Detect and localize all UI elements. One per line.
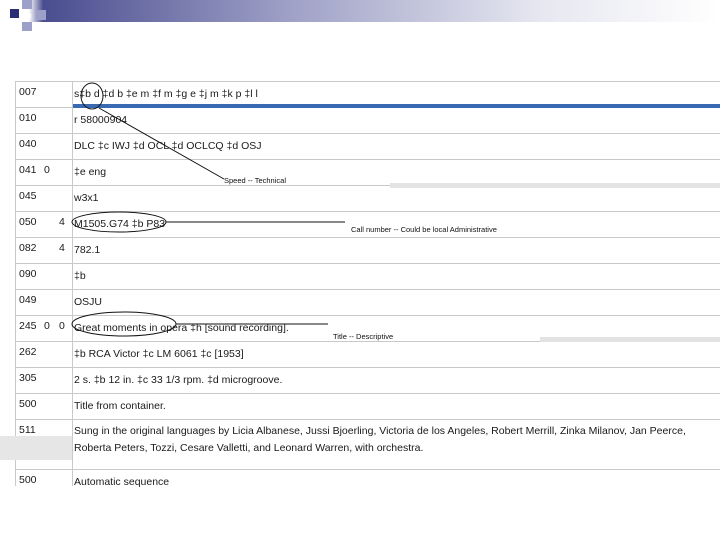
title-annotation: Title -- Descriptive (333, 332, 394, 341)
call-number-circle (71, 211, 167, 233)
speed-circle (80, 82, 104, 110)
speed-annotation: Speed -- Technical (224, 176, 286, 185)
title-circle (71, 311, 177, 337)
call-number-annotation: Call number -- Could be local Administra… (351, 225, 497, 234)
annotation-overlay (71, 82, 345, 337)
speed-leader-line (98, 107, 225, 180)
